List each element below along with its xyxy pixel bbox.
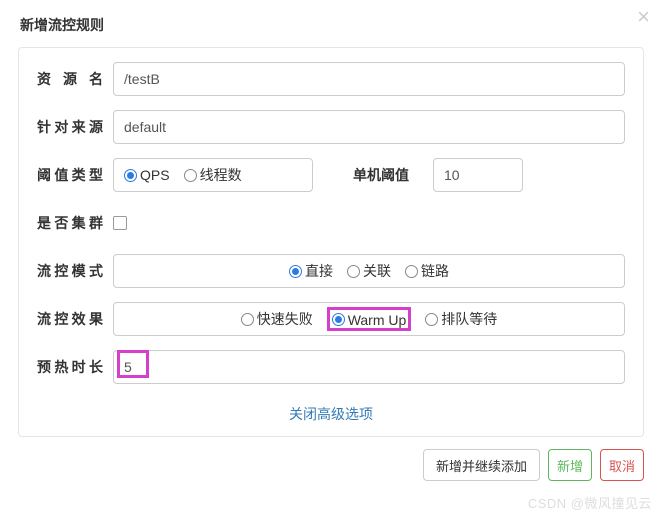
label-threshold-type: 阈值类型 <box>37 165 113 185</box>
cluster-checkbox[interactable] <box>113 216 127 230</box>
radio-label: 直接 <box>305 261 333 281</box>
modal-footer: 新增并继续添加 新增 取消 <box>0 449 662 491</box>
radio-label: 快速失败 <box>257 309 313 329</box>
source-input[interactable] <box>113 110 625 144</box>
warmup-duration-input[interactable] <box>113 350 625 384</box>
resource-name-input[interactable] <box>113 62 625 96</box>
watermark: CSDN @微风撞见云 <box>528 493 652 512</box>
modal-body: 资源名 针对来源 阈值类型 QPS 线程数 单机阈值 <box>18 47 644 437</box>
radio-icon <box>184 169 197 182</box>
label-mode: 流控模式 <box>37 261 113 281</box>
radio-icon <box>425 313 438 326</box>
radio-link[interactable]: 链路 <box>405 261 449 281</box>
radio-icon <box>241 313 254 326</box>
radio-label: Warm Up <box>348 312 407 328</box>
label-source: 针对来源 <box>37 117 113 137</box>
radio-thread-count[interactable]: 线程数 <box>184 165 242 185</box>
radio-icon <box>405 265 418 278</box>
radio-label: 链路 <box>421 261 449 281</box>
radio-icon <box>332 313 345 326</box>
row-source: 针对来源 <box>37 110 625 144</box>
row-threshold-type: 阈值类型 QPS 线程数 单机阈值 <box>37 158 625 192</box>
radio-icon <box>124 169 137 182</box>
label-cluster: 是否集群 <box>37 213 113 233</box>
modal-title: 新增流控规则 <box>20 15 642 35</box>
radio-label: 关联 <box>363 261 391 281</box>
add-button[interactable]: 新增 <box>548 449 592 481</box>
cancel-button[interactable]: 取消 <box>600 449 644 481</box>
effect-group: 快速失败 Warm Up 排队等待 <box>113 302 625 336</box>
radio-fast-fail[interactable]: 快速失败 <box>241 309 313 329</box>
mode-group: 直接 关联 链路 <box>113 254 625 288</box>
modal-header: 新增流控规则 × <box>0 0 662 47</box>
radio-icon <box>289 265 302 278</box>
single-threshold-input[interactable] <box>433 158 523 192</box>
radio-label: 排队等待 <box>441 309 497 329</box>
row-effect: 流控效果 快速失败 Warm Up 排队等待 <box>37 302 625 336</box>
row-cluster: 是否集群 <box>37 206 625 240</box>
row-mode: 流控模式 直接 关联 链路 <box>37 254 625 288</box>
collapse-advanced-link[interactable]: 关闭高级选项 <box>37 398 625 428</box>
label-resource-name: 资源名 <box>37 69 113 89</box>
row-resource-name: 资源名 <box>37 62 625 96</box>
radio-icon <box>347 265 360 278</box>
row-warmup-duration: 预热时长 <box>37 350 625 384</box>
highlight-warmup: Warm Up <box>327 307 412 331</box>
radio-label: QPS <box>140 167 170 183</box>
label-single-threshold: 单机阈值 <box>353 165 409 185</box>
add-continue-button[interactable]: 新增并继续添加 <box>423 449 540 481</box>
radio-warm-up[interactable]: Warm Up <box>332 312 407 328</box>
label-warmup-duration: 预热时长 <box>37 357 113 377</box>
radio-qps[interactable]: QPS <box>124 167 170 183</box>
threshold-type-group: QPS 线程数 <box>113 158 313 192</box>
label-effect: 流控效果 <box>37 309 113 329</box>
radio-label: 线程数 <box>200 165 242 185</box>
radio-relate[interactable]: 关联 <box>347 261 391 281</box>
radio-direct[interactable]: 直接 <box>289 261 333 281</box>
radio-queue-wait[interactable]: 排队等待 <box>425 309 497 329</box>
close-icon[interactable]: × <box>637 4 650 30</box>
